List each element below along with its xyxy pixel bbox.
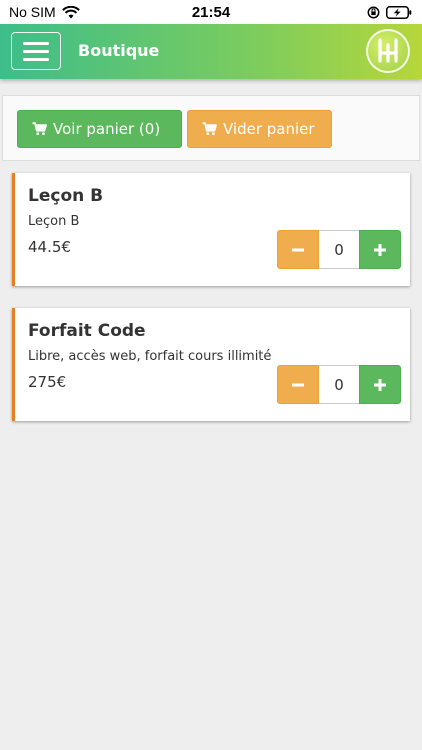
product-name: Forfait Code	[28, 321, 146, 341]
product-name: Leçon B	[28, 186, 104, 206]
menu-button[interactable]	[11, 32, 61, 70]
product-description: Leçon B	[28, 214, 80, 229]
decrement-button[interactable]	[277, 365, 319, 404]
status-bar: No SIM 21:54	[0, 0, 422, 24]
increment-button[interactable]	[359, 230, 401, 269]
quantity-stepper	[277, 230, 401, 269]
product-card: Leçon B Leçon B 44.5€	[12, 173, 410, 286]
cart-toolbar: Voir panier (0) Vider panier	[2, 95, 420, 161]
plus-icon	[374, 378, 386, 391]
orientation-lock-icon	[367, 6, 380, 18]
page-title: Boutique	[78, 41, 160, 60]
app-logo	[366, 29, 410, 73]
cart-icon	[202, 122, 217, 135]
minus-icon	[292, 383, 304, 386]
product-card: Forfait Code Libre, accès web, forfait c…	[12, 308, 410, 421]
hamburger-menu-icon-bar	[23, 49, 49, 53]
wifi-icon	[61, 5, 80, 18]
carrier-label: No SIM	[9, 4, 56, 20]
hamburger-menu-icon	[23, 41, 49, 45]
app-logo-emblem	[378, 38, 398, 63]
view-cart-button[interactable]: Voir panier (0)	[17, 110, 182, 148]
product-price: 44.5€	[28, 238, 71, 256]
minus-icon	[292, 248, 304, 251]
quantity-input[interactable]	[319, 365, 359, 404]
app-header: Boutique	[0, 24, 422, 79]
plus-icon	[374, 243, 386, 256]
empty-cart-label: Vider panier	[223, 120, 315, 138]
cart-icon	[32, 122, 47, 135]
product-description: Libre, accès web, forfait cours illimité	[28, 349, 272, 364]
product-price: 275€	[28, 373, 67, 391]
battery-charging-icon	[386, 5, 412, 19]
view-cart-label: Voir panier (0)	[53, 120, 161, 138]
status-bar-right	[367, 5, 412, 19]
increment-button[interactable]	[359, 365, 401, 404]
hamburger-menu-icon-bar	[23, 57, 49, 61]
status-bar-left: No SIM	[9, 4, 80, 20]
quantity-input[interactable]	[319, 230, 359, 269]
quantity-stepper	[277, 365, 401, 404]
empty-cart-button[interactable]: Vider panier	[187, 110, 332, 148]
decrement-button[interactable]	[277, 230, 319, 269]
